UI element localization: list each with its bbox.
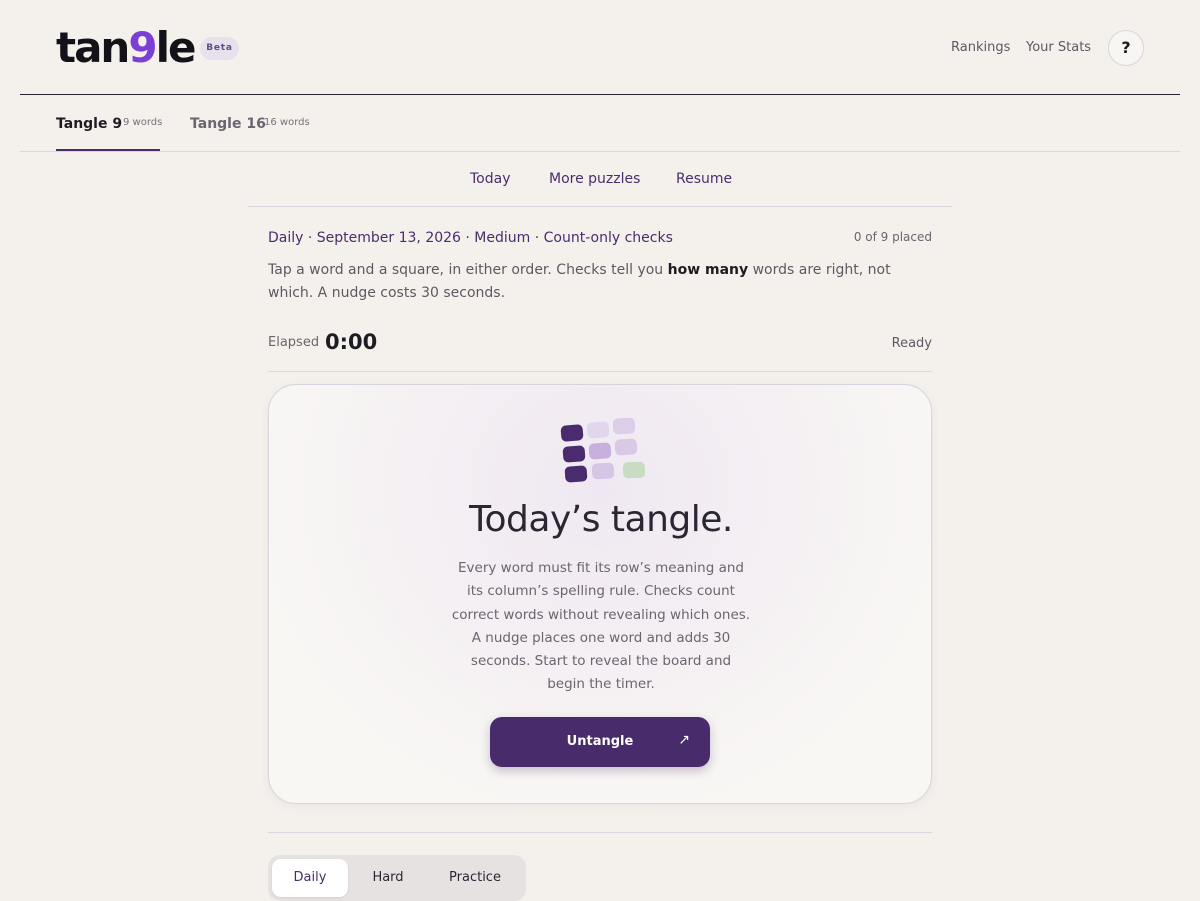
tangle-logo[interactable]: tan9le — [56, 23, 197, 72]
untangle-button-label: Untangle — [566, 734, 634, 749]
preview-tile — [562, 445, 586, 463]
preview-tile — [591, 462, 615, 480]
nav-your-stats-link[interactable]: Your Stats — [1026, 40, 1091, 55]
mode-tabs: Tangle 9 9 words Tangle 16 16 words — [20, 95, 1180, 152]
puzzle-meta: Daily · September 13, 2026 · Medium · Co… — [268, 230, 673, 246]
board-preview-icon — [559, 417, 649, 487]
tab-name: Tangle 9 — [56, 116, 123, 132]
instructions: Tap a word and a square, in either order… — [268, 259, 908, 305]
card-description: Every word must fit its row’s meaning an… — [451, 560, 751, 693]
instructions-emphasis: how many — [667, 262, 749, 278]
tab-word-count: 9 words — [123, 117, 163, 128]
segment-practice[interactable]: Practice — [430, 859, 520, 897]
placed-counter: 0 of 9 placed — [853, 230, 932, 244]
subnav-resume[interactable]: Resume — [676, 171, 732, 187]
logo-text-start: tan — [56, 23, 130, 72]
tab-tangle-9[interactable]: Tangle 9 9 words — [56, 95, 163, 151]
timer-row: Elapsed 0:00 Ready — [268, 320, 932, 372]
tab-word-count: 16 words — [264, 117, 310, 128]
logo-text-nine: 9 — [128, 23, 157, 72]
segment-hard[interactable]: Hard — [350, 859, 426, 897]
preview-tile — [588, 442, 612, 460]
top-header: tan9le Beta Rankings Your Stats ? — [20, 0, 1180, 95]
preview-tile — [586, 421, 610, 439]
preview-tile — [560, 424, 584, 442]
preview-tile — [614, 438, 638, 456]
preview-tile — [564, 465, 588, 483]
help-button[interactable]: ? — [1108, 30, 1144, 66]
arrow-up-right-icon: ↗ — [678, 732, 690, 748]
card-title: Today’s tangle. — [469, 499, 733, 540]
instructions-start: Tap a word and a square, in either order… — [268, 262, 668, 278]
tab-name: Tangle 16 — [190, 116, 266, 132]
elapsed-label: Elapsed — [268, 335, 320, 350]
subnav-more-puzzles[interactable]: More puzzles — [549, 171, 640, 187]
difficulty-segmented-control: Daily Hard Practice — [268, 855, 526, 901]
nav-rankings-link[interactable]: Rankings — [951, 40, 1010, 55]
subnav-today[interactable]: Today — [470, 171, 511, 187]
logo-text-end: le — [155, 23, 197, 72]
untangle-button[interactable]: Untangle ↗ — [490, 717, 710, 767]
segment-daily[interactable]: Daily — [272, 859, 348, 897]
beta-badge: Beta — [200, 37, 239, 60]
preview-tile — [622, 461, 646, 479]
status-text: Ready — [891, 336, 932, 351]
tab-tangle-16[interactable]: Tangle 16 16 words — [190, 95, 312, 151]
section-divider — [268, 832, 932, 833]
puzzle-subnav: Today More puzzles Resume — [248, 152, 952, 207]
preview-tile — [612, 417, 636, 435]
start-card: Today’s tangle. Every word must fit its … — [268, 384, 932, 804]
elapsed-value: 0:00 — [325, 330, 378, 354]
